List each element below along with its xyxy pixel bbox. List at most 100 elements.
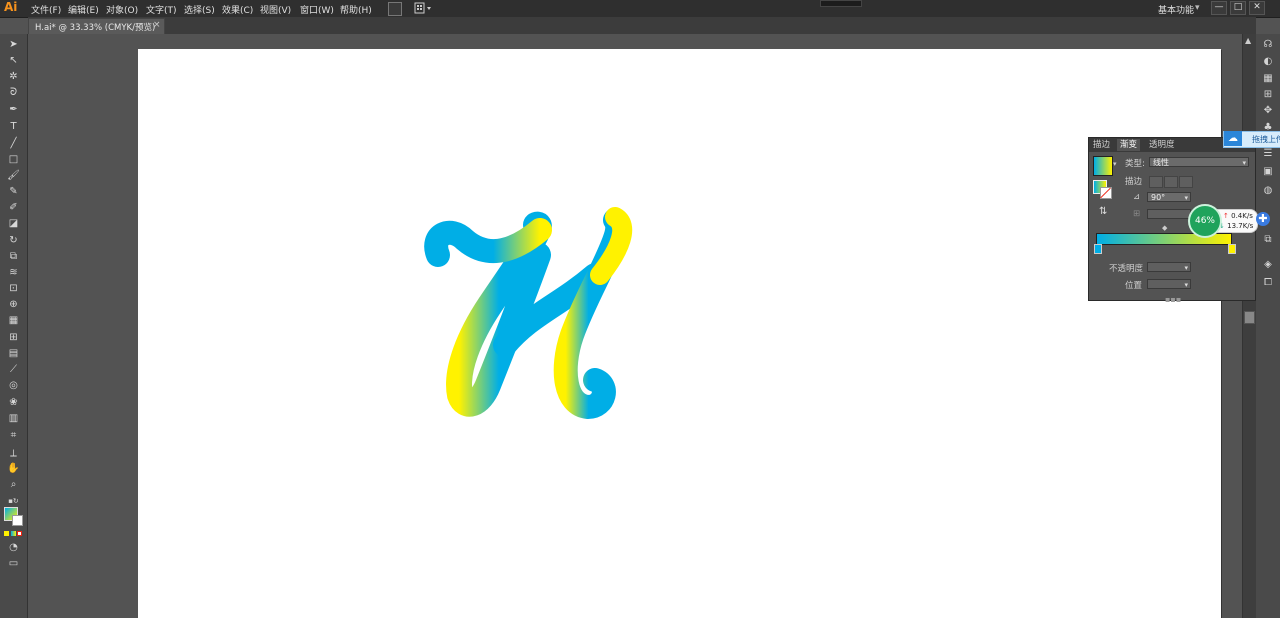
menu-file[interactable]: 文件(F) xyxy=(31,3,61,16)
zoom-tool-icon[interactable]: ⌕ xyxy=(6,478,21,492)
stroke-panel-icon[interactable]: ☰ xyxy=(1261,147,1275,160)
perspective-grid-tool-icon[interactable]: ▦ xyxy=(6,314,21,328)
memory-usage-circle[interactable]: 46% xyxy=(1188,204,1222,238)
chevron-down-icon: ▾ xyxy=(1184,264,1188,272)
arrange-documents-icon[interactable] xyxy=(414,2,434,14)
scrollbar-thumb[interactable] xyxy=(1244,311,1255,324)
menu-effect[interactable]: 效果(C) xyxy=(222,3,253,16)
shape-builder-tool-icon[interactable]: ⊕ xyxy=(6,298,21,312)
download-speed-value: 13.7K/s xyxy=(1227,222,1254,230)
gradient-tool-icon[interactable]: ▤ xyxy=(6,347,21,361)
close-window-button[interactable]: ✕ xyxy=(1249,1,1265,15)
drawing-mode-icon[interactable]: ◔ xyxy=(6,541,21,555)
gradient-stop-end[interactable] xyxy=(1228,244,1236,254)
gradient-type-select[interactable]: 线性 ▾ xyxy=(1149,157,1249,167)
gradient-midpoint[interactable]: ◆ xyxy=(1162,224,1167,232)
gradient-preview-swatch[interactable] xyxy=(1093,156,1113,176)
color-panel-icon[interactable]: ◐ xyxy=(1261,55,1275,68)
menu-view[interactable]: 视图(V) xyxy=(260,3,291,16)
chevron-down-icon: ▾ xyxy=(1184,194,1188,202)
artboard-tool-icon[interactable]: ⌗ xyxy=(6,429,21,443)
symbol-sprayer-tool-icon[interactable]: ❀ xyxy=(6,396,21,410)
cloud-upload-icon[interactable]: ☁ xyxy=(1224,131,1242,146)
eyedropper-tool-icon[interactable]: ⟋ xyxy=(6,363,21,377)
menu-help[interactable]: 帮助(H) xyxy=(340,3,372,16)
pencil-tool-icon[interactable]: ✎ xyxy=(6,185,21,199)
chevron-down-icon[interactable]: ▾ xyxy=(1195,3,1200,13)
magic-wand-tool-icon[interactable]: ✲ xyxy=(6,70,21,84)
arrow-up-icon: ↑ xyxy=(1223,212,1229,220)
width-tool-icon[interactable]: ≋ xyxy=(6,266,21,280)
blend-tool-icon[interactable]: ◎ xyxy=(6,379,21,393)
close-icon[interactable]: × xyxy=(153,20,161,30)
menu-type[interactable]: 文字(T) xyxy=(146,3,177,16)
artboards-icon[interactable]: ⧠ xyxy=(1261,276,1275,289)
hand-tool-icon[interactable]: ✋ xyxy=(6,462,21,476)
swatches-icon[interactable]: ▦ xyxy=(1261,72,1275,85)
lasso-tool-icon[interactable]: ᘐ xyxy=(6,86,21,100)
stroke-gradient-swatch[interactable] xyxy=(1100,187,1112,199)
swap-colors-icon[interactable]: ▪↻ xyxy=(6,494,21,508)
pen-tool-icon[interactable]: ✒ xyxy=(6,103,21,117)
artboard[interactable] xyxy=(138,49,1221,618)
screen-mode-icon[interactable]: ▭ xyxy=(6,557,21,571)
stroke-color-swatch[interactable] xyxy=(12,515,23,526)
document-tab[interactable]: H.ai* @ 33.33% (CMYK/预览) × xyxy=(28,18,165,34)
transparency-panel-icon[interactable]: ◍ xyxy=(1261,184,1275,197)
column-graph-tool-icon[interactable]: ▥ xyxy=(6,412,21,426)
scroll-up-arrow-icon[interactable]: ▲ xyxy=(1245,36,1251,45)
stroke-across-button[interactable] xyxy=(1179,176,1193,188)
minimize-button[interactable]: — xyxy=(1211,1,1227,15)
rotate-tool-icon[interactable]: ↻ xyxy=(6,234,21,248)
gradient-panel-icon[interactable]: ▣ xyxy=(1261,165,1275,178)
location-field[interactable]: ▾ xyxy=(1147,279,1191,289)
menu-select[interactable]: 选择(S) xyxy=(184,3,215,16)
network-speed-widget[interactable]: ↑ 0.4K/s ↓ 13.7K/s 46% ✚ xyxy=(1188,204,1272,238)
vertical-scrollbar[interactable] xyxy=(1242,34,1256,618)
aspect-ratio-field[interactable] xyxy=(1147,209,1191,219)
panel-resize-grip[interactable]: ▪▪▪ xyxy=(1165,295,1181,304)
direct-selection-tool-icon[interactable]: ↖ xyxy=(6,54,21,68)
mesh-tool-icon[interactable]: ⊞ xyxy=(6,331,21,345)
layers-icon[interactable]: ◈ xyxy=(1261,258,1275,271)
none-mode-icon[interactable] xyxy=(17,531,22,536)
chevron-down-icon: ▾ xyxy=(1184,281,1188,289)
tab-stroke[interactable]: 描边 xyxy=(1093,139,1110,151)
free-transform-tool-icon[interactable]: ⊡ xyxy=(6,282,21,296)
document-tab-label: H.ai* @ 33.33% (CMYK/预览) xyxy=(35,23,156,33)
angle-field[interactable]: 90° ▾ xyxy=(1147,192,1191,202)
slice-tool-icon[interactable]: ⟂ xyxy=(6,447,21,461)
blob-brush-tool-icon[interactable]: ✐ xyxy=(6,201,21,215)
tools-panel: ➤ ↖ ✲ ᘐ ✒ T ╱ □ 🖌 ✎ ✐ ◪ ↻ ⧉ ≋ ⊡ ⊕ ▦ ⊞ ▤ … xyxy=(0,34,28,618)
accelerate-button[interactable]: ✚ xyxy=(1256,212,1270,226)
stroke-within-button[interactable] xyxy=(1149,176,1163,188)
brushes-icon[interactable]: ⊞ xyxy=(1261,88,1275,101)
selection-tool-icon[interactable]: ➤ xyxy=(6,38,21,52)
type-tool-icon[interactable]: T xyxy=(6,120,21,134)
color-guide-icon[interactable]: ☊ xyxy=(1261,38,1275,51)
chevron-down-icon: ▾ xyxy=(1242,159,1246,167)
opacity-field[interactable]: ▾ xyxy=(1147,262,1191,272)
bridge-icon[interactable] xyxy=(388,2,402,16)
menu-window[interactable]: 窗口(W) xyxy=(300,3,334,16)
chevron-down-icon[interactable]: ▾ xyxy=(1113,160,1117,168)
rectangle-tool-icon[interactable]: □ xyxy=(6,153,21,167)
menu-object[interactable]: 对象(O) xyxy=(106,3,138,16)
maximize-button[interactable]: □ xyxy=(1230,1,1246,15)
color-mode-icon[interactable] xyxy=(4,531,9,536)
scale-tool-icon[interactable]: ⧉ xyxy=(6,250,21,264)
line-tool-icon[interactable]: ╱ xyxy=(6,137,21,151)
symbols-icon[interactable]: ✥ xyxy=(1261,104,1275,117)
workspace-switcher[interactable]: 基本功能 xyxy=(1158,3,1194,16)
tab-gradient[interactable]: 渐变 xyxy=(1117,139,1141,151)
gradient-stop-start[interactable] xyxy=(1094,244,1102,254)
app-logo: Ai xyxy=(4,0,18,14)
paintbrush-tool-icon[interactable]: 🖌 xyxy=(6,169,21,183)
gradient-mode-icon[interactable] xyxy=(11,531,16,536)
reverse-gradient-icon[interactable]: ⇅ xyxy=(1099,206,1107,217)
stroke-along-button[interactable] xyxy=(1164,176,1178,188)
menu-edit[interactable]: 编辑(E) xyxy=(68,3,99,16)
eraser-tool-icon[interactable]: ◪ xyxy=(6,217,21,231)
tab-transparency[interactable]: 透明度 xyxy=(1149,139,1175,151)
gradient-letter-h-artwork[interactable] xyxy=(410,195,650,430)
